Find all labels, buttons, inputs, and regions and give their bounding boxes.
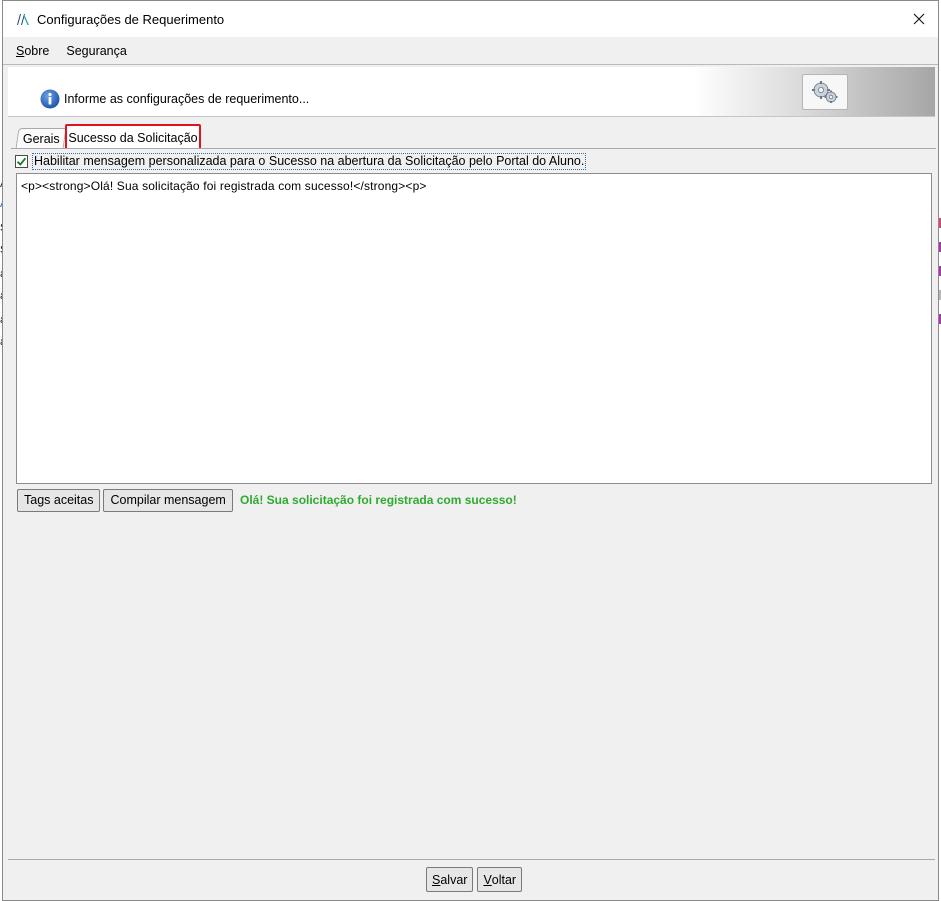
menu-sobre[interactable]: Sobre [16,44,49,58]
footer-buttons: Salvar Voltar [426,867,526,892]
tab-gerais[interactable]: Gerais [15,128,67,148]
enable-message-checkbox[interactable] [15,155,28,168]
close-button[interactable] [900,1,938,37]
info-icon [40,89,60,109]
settings-gear-badge [802,74,848,110]
menu-bar: Sobre Segurança [3,37,938,65]
menu-seguranca[interactable]: Segurança [66,44,126,58]
tab-sucesso-da-solicitacao[interactable]: Sucesso da Solicitação [65,124,201,151]
message-editor[interactable]: <p><strong>Olá! Sua solicitação foi regi… [16,173,932,484]
menu-seguranca-label: Segurança [66,43,127,58]
tab-sucesso-label: Sucesso da Solicitação [68,130,198,145]
tags-accepted-button[interactable]: Tags aceitas [17,488,101,512]
save-button[interactable]: Salvar [426,867,474,892]
enable-message-option: Habilitar mensagem personalizada para o … [15,153,587,170]
back-mnemonic: V [483,872,492,887]
window-title: Configurações de Requerimento [37,11,225,27]
title-bar: Configurações de Requerimento [3,1,938,37]
back-button[interactable]: Voltar [477,867,523,892]
compile-message-button[interactable]: Compilar mensagem [103,488,233,512]
header-banner: Informe as configurações de requerimento… [8,67,935,117]
tab-gerais-label: Gerais [22,131,60,146]
tab-panel: Habilitar mensagem personalizada para o … [11,148,936,852]
editor-actions: Tags aceitas Compilar mensagem [17,488,236,512]
footer-bar: Salvar Voltar [8,859,935,897]
close-icon [913,13,925,25]
compiled-message-preview: Olá! Sua solicitação foi registrada com … [240,493,517,507]
save-label: alvar [440,872,468,887]
app-logo-icon [15,11,31,27]
menu-sobre-label: obre [24,43,50,58]
checkmark-icon [16,157,27,166]
gears-icon [812,81,838,103]
header-info-text: Informe as configurações de requerimento… [64,92,310,106]
dialog-window: Configurações de Requerimento Sobre Segu… [2,0,939,901]
back-label: oltar [491,872,517,887]
save-mnemonic: S [432,872,441,887]
enable-message-label[interactable]: Habilitar mensagem personalizada para o … [32,153,587,170]
